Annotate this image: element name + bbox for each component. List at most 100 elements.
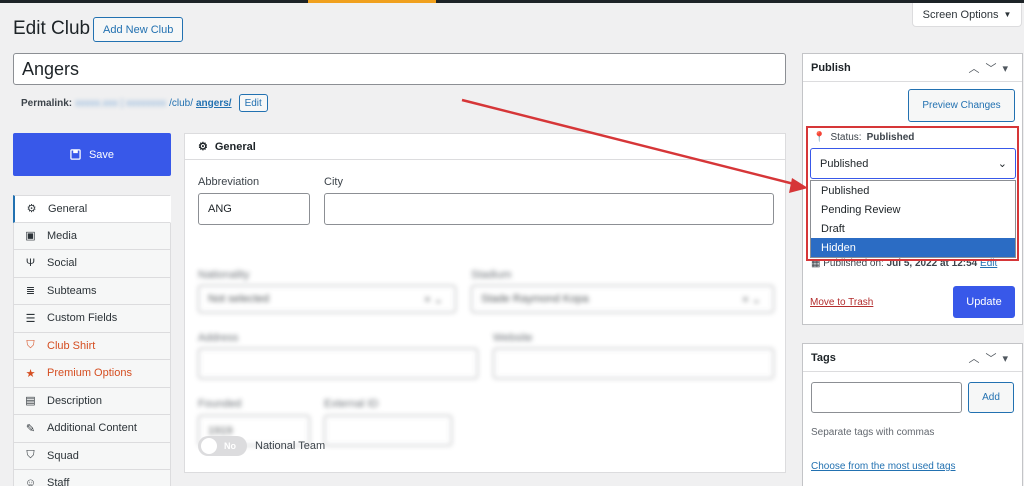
tab-social[interactable]: Ψ Social xyxy=(13,250,171,278)
list-icon: ☰ xyxy=(25,312,36,325)
admin-top-bar xyxy=(0,0,1024,3)
save-button[interactable]: Save xyxy=(13,133,171,176)
publish-box-header: Publish ︿﹀▾ xyxy=(803,54,1022,82)
tags-box-header: Tags ︿﹀▾ xyxy=(803,344,1022,372)
add-new-club-button[interactable]: Add New Club xyxy=(93,17,184,42)
post-title-input[interactable]: Angers xyxy=(13,53,786,85)
status-option-draft[interactable]: Draft xyxy=(811,219,1015,238)
general-panel: ⚙ General Abbreviation ANG City National… xyxy=(184,133,786,473)
tab-label: General xyxy=(48,202,88,215)
tab-label: Squad xyxy=(47,449,79,462)
screen-options-label: Screen Options xyxy=(922,8,999,21)
status-option-pending-review[interactable]: Pending Review xyxy=(811,200,1015,219)
national-team-toggle[interactable]: No xyxy=(198,436,247,456)
permalink-label: Permalink: xyxy=(21,97,73,109)
gear-icon: ⚙ xyxy=(198,141,208,153)
database-icon: ≣ xyxy=(25,285,36,298)
tab-label: Club Shirt xyxy=(47,339,96,352)
tab-general[interactable]: ⚙ General xyxy=(13,195,171,223)
tab-label: Custom Fields xyxy=(47,312,118,325)
tab-label: Additional Content xyxy=(47,422,137,435)
external-id-input-redacted[interactable] xyxy=(324,415,452,446)
status-select[interactable]: Published ⌄ xyxy=(810,148,1016,179)
founded-label-redacted: Founded xyxy=(198,398,242,410)
update-button[interactable]: Update xyxy=(953,286,1015,318)
tab-additional-content[interactable]: ✎ Additional Content xyxy=(13,415,171,443)
caret-down-icon[interactable]: ▾ xyxy=(1002,63,1014,75)
tag-input[interactable] xyxy=(811,382,962,413)
permalink-row: Permalink: xxxxx.xxx | xxxxxxxx /club/an… xyxy=(21,94,268,112)
status-select-value: Published xyxy=(820,157,869,170)
calendar-icon: ▦ xyxy=(811,258,821,269)
page-title: Edit Club xyxy=(13,18,91,39)
tab-staff[interactable]: ☺ Staff xyxy=(13,470,171,486)
gear-icon: ⚙ xyxy=(26,203,37,216)
star-icon: ★ xyxy=(25,367,36,380)
general-panel-header: ⚙ General xyxy=(185,134,785,160)
add-tag-button[interactable]: Add xyxy=(968,382,1014,413)
chevron-up-icon[interactable]: ︿ xyxy=(968,63,985,75)
status-option-hidden[interactable]: Hidden xyxy=(811,238,1015,257)
people-icon: ☺ xyxy=(24,477,37,486)
published-on-edit-link[interactable]: Edit xyxy=(980,258,997,269)
social-icon: Ψ xyxy=(25,257,36,270)
tags-hint: Separate tags with commas xyxy=(811,427,935,438)
tags-title: Tags xyxy=(811,351,836,364)
tab-label: Subteams xyxy=(47,284,97,297)
stadium-select-redacted[interactable]: Stade Raymond Kopa × ⌄ xyxy=(471,285,774,313)
abbreviation-input[interactable]: ANG xyxy=(198,193,310,225)
national-team-label: National Team xyxy=(255,440,326,452)
pin-icon: 📍 xyxy=(813,132,826,143)
tab-label: Social xyxy=(47,257,77,270)
admin-bar-accent xyxy=(308,0,436,3)
permalink-domain-redacted: xxxxx.xxx | xxxxxxxx xyxy=(75,97,167,109)
tab-subteams[interactable]: ≣ Subteams xyxy=(13,277,171,305)
toggle-knob xyxy=(201,438,217,454)
choose-most-used-tags-link[interactable]: Choose from the most used tags xyxy=(811,461,956,472)
published-on-line: ▦ Published on: Jul 5, 2022 at 12:54 Edi… xyxy=(811,258,997,269)
document-icon: ▤ xyxy=(25,395,36,408)
pencil-icon: ✎ xyxy=(25,422,36,435)
save-label: Save xyxy=(88,148,115,161)
city-input[interactable] xyxy=(324,193,774,225)
stadium-label-redacted: Stadium xyxy=(471,269,512,281)
shirt-icon: ⛉ xyxy=(26,449,35,462)
website-input-redacted[interactable] xyxy=(493,348,774,379)
tab-media[interactable]: ▣ Media xyxy=(13,222,171,250)
shirt-icon: ⛉ xyxy=(26,339,35,352)
status-option-published[interactable]: Published xyxy=(811,181,1015,200)
permalink-edit-button[interactable]: Edit xyxy=(238,94,268,112)
preview-changes-button[interactable]: Preview Changes xyxy=(908,89,1015,122)
move-to-trash-link[interactable]: Move to Trash xyxy=(810,297,873,308)
permalink-path[interactable]: /club/ xyxy=(169,98,193,109)
address-label-redacted: Address xyxy=(198,332,239,344)
address-input-redacted[interactable] xyxy=(198,348,478,379)
status-value: Published xyxy=(866,132,915,143)
tab-squad[interactable]: ⛉ Squad xyxy=(13,442,171,470)
tab-premium-options[interactable]: ★ Premium Options xyxy=(13,360,171,388)
caret-down-icon[interactable]: ▾ xyxy=(1002,353,1014,365)
screen-options-button[interactable]: Screen Options ▼ xyxy=(912,3,1022,27)
tab-label: Premium Options xyxy=(47,367,132,380)
nationality-select-redacted[interactable]: Not selected × ⌄ xyxy=(198,285,456,313)
chevron-up-icon[interactable]: ︿ xyxy=(968,353,985,365)
tab-club-shirt[interactable]: ⛉ Club Shirt xyxy=(13,332,171,360)
published-on-label: Published on: xyxy=(823,258,884,269)
club-tabs: ⚙ General ▣ Media Ψ Social ≣ Subteams ☰ Custo… xyxy=(13,195,171,486)
status-dropdown-list: Published Pending Review Draft Hidden xyxy=(810,180,1016,258)
chevron-down-icon[interactable]: ﹀ xyxy=(985,353,1002,365)
external-id-label-redacted: External ID xyxy=(324,398,379,410)
toggle-state-label: No xyxy=(224,441,236,451)
tab-custom-fields[interactable]: ☰ Custom Fields xyxy=(13,305,171,333)
tab-description[interactable]: ▤ Description xyxy=(13,387,171,415)
tab-label: Staff xyxy=(47,477,70,486)
permalink-slug[interactable]: angers/ xyxy=(196,98,232,109)
tags-box: Tags ︿﹀▾ Add Separate tags with commas C… xyxy=(802,343,1023,486)
save-disk-icon xyxy=(70,149,81,160)
chevron-down-icon[interactable]: ﹀ xyxy=(985,63,1002,75)
general-panel-title: General xyxy=(214,140,256,153)
published-on-date: Jul 5, 2022 at 12:54 xyxy=(886,258,978,269)
caret-down-icon: ▼ xyxy=(1003,10,1012,19)
publish-title: Publish xyxy=(811,61,851,74)
chevron-down-icon: ⌄ xyxy=(997,158,1007,170)
